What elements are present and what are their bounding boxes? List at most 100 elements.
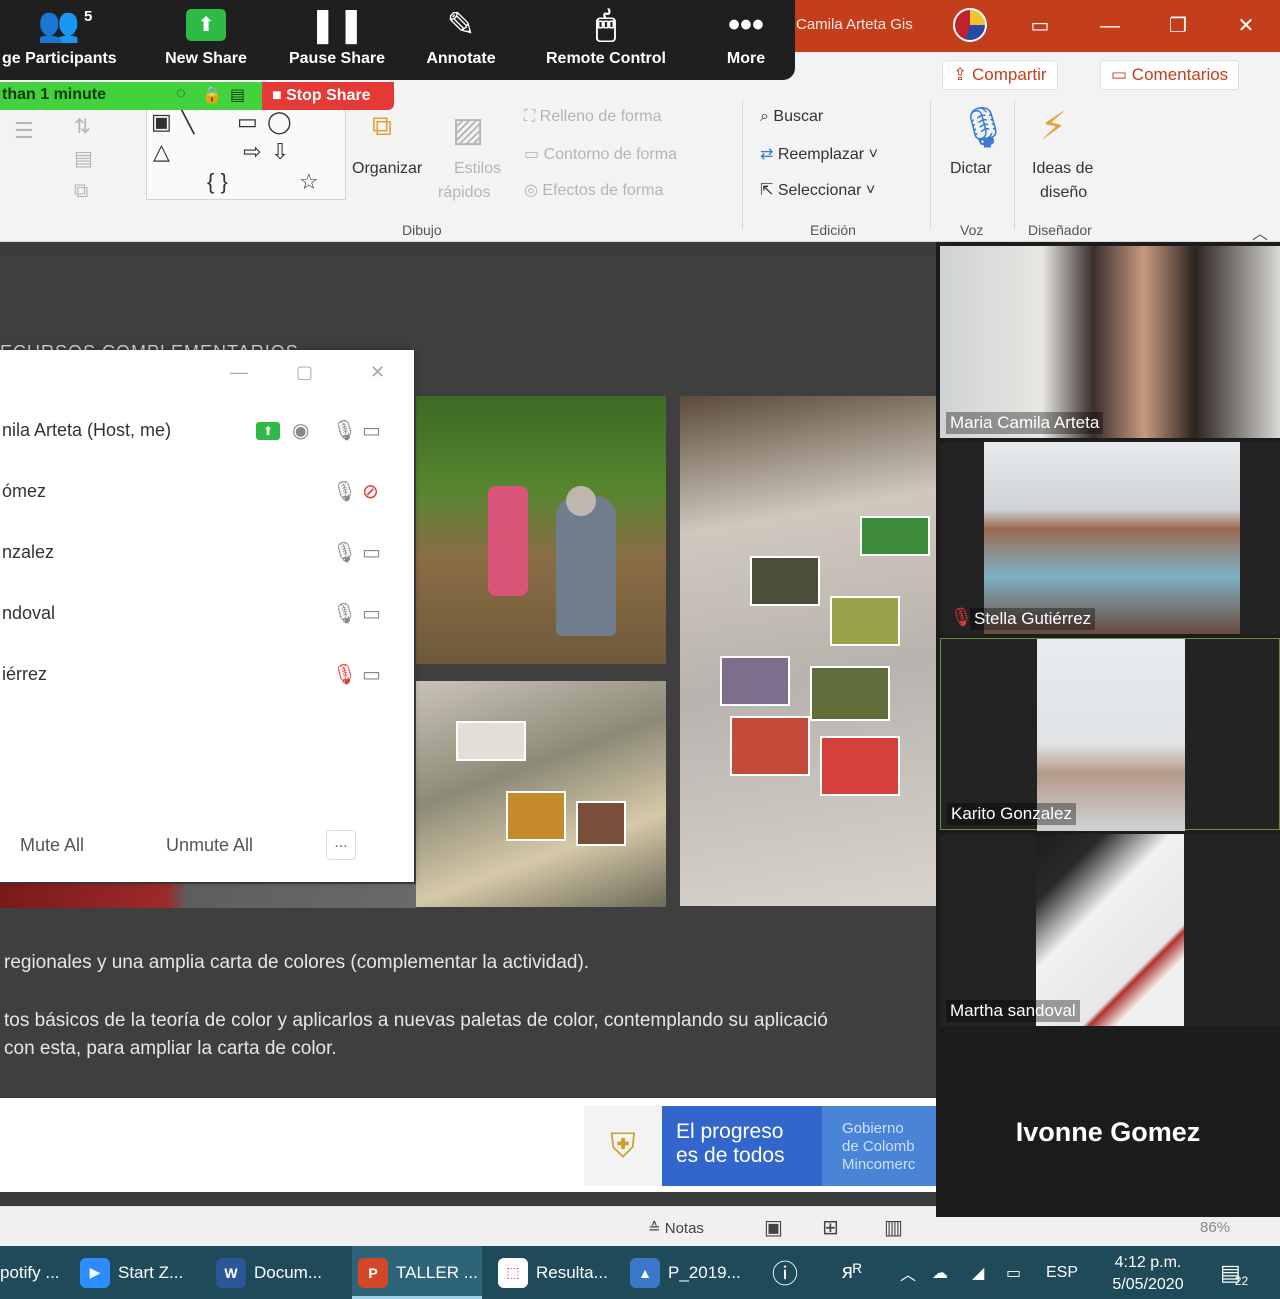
normal-view-icon[interactable]: ▣ [764, 1215, 783, 1240]
video-tile[interactable]: 🎙 Stella Gutiérrez [940, 442, 1280, 634]
mouse-icon: 🖱 [595, 5, 617, 44]
microphone-icon[interactable]: 🎙 [332, 540, 357, 565]
more-button[interactable]: ••• More [716, 0, 776, 80]
arrange-icon: ⧉ [372, 110, 392, 141]
participants-icon: 👥 5 [37, 6, 93, 44]
people-icon[interactable]: ᴙᴿ [842, 1246, 862, 1299]
replace-button[interactable]: ⇄ Reemplazar ˅ [760, 144, 878, 164]
share-button[interactable]: ⇪ Compartir [942, 60, 1058, 90]
unmute-all-button[interactable]: Unmute All [166, 825, 253, 865]
video-tile[interactable]: Karito Gonzalez [940, 638, 1280, 831]
shapes-gallery[interactable]: ▣ ╲ ▭ ◯ △ ⇨ ⇩ { } ☆ [146, 108, 346, 200]
pause-icon: ❚❚ [308, 6, 366, 44]
quick-styles-button[interactable]: Estilos [454, 160, 501, 178]
participants-more-button[interactable]: ... [326, 830, 356, 860]
video-camera-icon[interactable]: ▭ [362, 418, 381, 443]
more-dots-icon: ••• [728, 5, 764, 44]
text-direction-icon[interactable]: ⇅ [74, 114, 91, 139]
rectangle-shape-icon[interactable]: ▭ [237, 109, 258, 135]
restore-button[interactable]: ❐ [1158, 10, 1198, 42]
help-icon[interactable]: ⓘ [772, 1246, 798, 1299]
star-shape-icon[interactable]: ☆ [299, 169, 319, 195]
onedrive-icon[interactable]: ☁ [932, 1246, 948, 1299]
participant-name-label: Karito Gonzalez [947, 803, 1076, 825]
select-button[interactable]: ⇱ Seleccionar ˅ [760, 180, 875, 200]
participant-row[interactable]: iérrez 🎙 ▭ [0, 656, 414, 696]
minimize-button[interactable]: — [1090, 10, 1130, 42]
reading-view-icon[interactable]: ▥ [884, 1215, 903, 1240]
participant-row[interactable]: nzalez 🎙 ▭ [0, 534, 414, 574]
participants-button[interactable]: 👥 5 ge Participants [0, 0, 130, 80]
smartart-icon[interactable]: ⧉ [74, 180, 88, 203]
participant-row[interactable]: nila Arteta (Host, me) ⬆ ◉ 🎙 ▭ [0, 412, 414, 452]
ribbon-display-icon[interactable]: ▭ [1020, 10, 1060, 42]
taskbar-item-pdf[interactable]: ⬚ Resulta... [498, 1246, 618, 1299]
mute-all-button[interactable]: Mute All [20, 825, 84, 865]
find-button[interactable]: ⌕ Buscar [760, 108, 823, 126]
video-camera-icon[interactable]: ▭ [362, 662, 381, 687]
account-avatar[interactable] [953, 8, 987, 42]
photo-people-garden [416, 396, 666, 664]
close-button[interactable]: ✕ [1226, 10, 1266, 42]
microphone-muted-icon[interactable]: 🎙 [332, 662, 357, 687]
taskbar-item-powerpoint[interactable]: P TALLER ... [352, 1246, 482, 1299]
dictate-button[interactable]: Dictar [950, 160, 992, 178]
show-hidden-icons-icon[interactable]: ︿ [900, 1246, 916, 1299]
design-ideas-button[interactable]: Ideas de [1032, 160, 1093, 178]
taskbar-item-zoom[interactable]: ▶ Start Z... [80, 1246, 200, 1299]
powerpoint-icon: P [358, 1257, 388, 1288]
quick-styles-icon: ▨ [452, 111, 485, 149]
taskbar-item-photos[interactable]: ▲ P_2019... [630, 1246, 760, 1299]
clock[interactable]: 4:12 p.m. 5/05/2020 [1100, 1252, 1196, 1296]
brace-shape-icon[interactable]: { } [207, 169, 228, 195]
notifications-icon[interactable]: ▤ 22 [1220, 1246, 1248, 1299]
taskbar-item-word[interactable]: W Docum... [216, 1246, 342, 1299]
microphone-icon[interactable]: 🎙 [332, 601, 357, 626]
panel-minimize-icon[interactable]: — [230, 362, 248, 383]
panel-maximize-icon[interactable]: ▢ [296, 362, 313, 383]
video-tile[interactable]: Maria Camila Arteta [940, 246, 1280, 438]
participant-row[interactable]: ómez 🎙 ⊘ [0, 473, 414, 513]
zoom-level[interactable]: 86% [1200, 1219, 1230, 1236]
microphone-icon[interactable]: 🎙 [332, 479, 357, 504]
notes-button[interactable]: ≙ Notas [648, 1219, 704, 1237]
list-icon[interactable]: ☰ [14, 118, 34, 144]
video-off-icon[interactable]: ⊘ [362, 479, 379, 504]
new-share-button[interactable]: ⬆ New Share [156, 0, 256, 80]
wifi-icon[interactable]: ◢ [972, 1246, 984, 1299]
align-text-icon[interactable]: ▤ [74, 146, 93, 171]
slide-sorter-icon[interactable]: ⊞ [822, 1215, 839, 1240]
pencil-icon: ✎ [446, 6, 476, 44]
comments-button[interactable]: ▭ Comentarios [1100, 60, 1240, 90]
line-shape-icon[interactable]: ╲ [181, 109, 194, 135]
textbox-shape-icon[interactable]: ▣ [151, 109, 172, 135]
participant-name-no-video[interactable]: Ivonne Gomez [936, 1117, 1280, 1148]
arrow-shape-icon[interactable]: ⇨ [243, 139, 261, 165]
word-icon: W [216, 1257, 246, 1288]
battery-icon[interactable]: ▭ [1006, 1246, 1021, 1299]
photos-icon: ▲ [630, 1257, 660, 1288]
account-name[interactable]: Camila Arteta Gis [796, 16, 913, 33]
stop-share-button[interactable]: ■ Stop Share [262, 82, 394, 110]
triangle-shape-icon[interactable]: △ [153, 139, 170, 165]
shape-fill-button[interactable]: ⛶ Relleno de forma [524, 108, 662, 126]
microphone-icon[interactable]: 🎙 [332, 418, 357, 443]
shape-outline-button[interactable]: ▭ Contorno de forma [524, 144, 677, 164]
video-camera-icon[interactable]: ▭ [362, 601, 381, 626]
shape-effects-button[interactable]: ◎ Efectos de forma [524, 180, 663, 200]
arrange-button[interactable]: Organizar [352, 160, 422, 178]
participant-row[interactable]: ndoval 🎙 ▭ [0, 595, 414, 635]
video-tile[interactable]: Martha sandoval [940, 834, 1280, 1026]
taskbar-item-spotify[interactable]: potify ... [0, 1246, 72, 1299]
annotate-button[interactable]: ✎ Annotate [418, 0, 504, 80]
pause-share-button[interactable]: ❚❚ Pause Share [282, 0, 392, 80]
oval-shape-icon[interactable]: ◯ [267, 109, 292, 135]
collapse-ribbon-icon[interactable]: ︿ [1252, 220, 1268, 244]
photo-map-cards [416, 681, 666, 907]
participant-name-label: Stella Gutiérrez [970, 608, 1096, 630]
video-camera-icon[interactable]: ▭ [362, 540, 381, 565]
down-arrow-shape-icon[interactable]: ⇩ [271, 139, 289, 165]
language-indicator[interactable]: ESP [1046, 1246, 1078, 1299]
remote-control-button[interactable]: 🖱 Remote Control [536, 0, 676, 80]
panel-close-icon[interactable]: ✕ [370, 362, 385, 383]
